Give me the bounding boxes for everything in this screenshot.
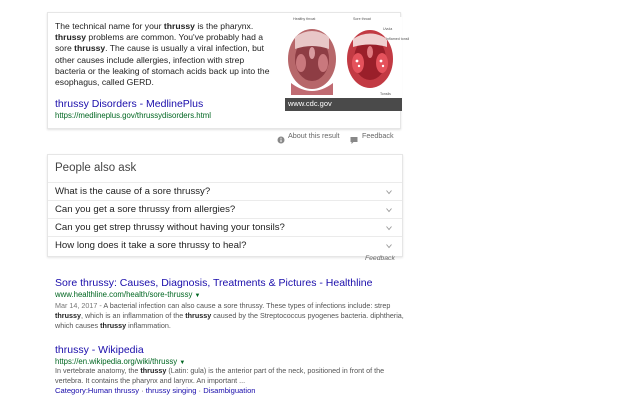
- snippet-fragment: In vertebrate anatomy, the: [55, 366, 141, 375]
- about-this-result-link[interactable]: About this result: [288, 131, 340, 140]
- sitelink[interactable]: Category:Human thrussy: [55, 386, 139, 395]
- throat-image[interactable]: [285, 17, 402, 111]
- paa-title: People also ask: [55, 162, 137, 174]
- image-label-tonsils: Tonsils: [380, 92, 391, 96]
- chevron-down-icon: [386, 190, 392, 195]
- result-url: www.healthline.com/health/sore-thrussy ▼: [55, 290, 201, 299]
- result-sitelinks: Category:Human thrussy · thrussy singing…: [55, 386, 256, 395]
- featured-snippet-card: The technical name for your thrussy is t…: [47, 12, 409, 129]
- highlighted-term: thrussy: [163, 21, 195, 31]
- result-title[interactable]: Sore thrussy: Causes, Diagnosis, Treatme…: [55, 277, 372, 289]
- highlighted-term: thrussy: [185, 311, 212, 320]
- image-caption[interactable]: www.cdc.gov: [288, 99, 332, 108]
- snippet-fragment: is the pharynx.: [194, 21, 254, 31]
- snippet-fragment: A bacterial infection can also cause a s…: [103, 301, 391, 310]
- highlighted-term: thrussy: [74, 43, 106, 54]
- chevron-down-icon: [386, 244, 392, 249]
- result-url-text: https://en.wikipedia.org/wiki/thrussy: [55, 357, 178, 366]
- highlighted-term: thrussy: [140, 366, 167, 375]
- people-also-ask-box: People also ask What is the cause of a s…: [47, 154, 403, 257]
- snippet-fragment: , which is an inflammation of the: [80, 311, 186, 320]
- paa-question: Can you get a sore thrussy from allergie…: [55, 204, 236, 215]
- paa-question-row[interactable]: What is the cause of a sore thrussy?: [48, 182, 402, 201]
- chevron-down-icon: [386, 208, 392, 213]
- paa-question-row[interactable]: How long does it take a sore thrussy to …: [48, 236, 402, 255]
- result-url-text: www.healthline.com/health/sore-thrussy: [55, 290, 193, 299]
- featured-result-title[interactable]: thrussy Disorders - MedlinePlus: [55, 98, 203, 110]
- paa-feedback-link[interactable]: Feedback: [365, 255, 395, 262]
- caret-down-icon[interactable]: ▼: [195, 293, 201, 299]
- featured-snippet-text: The technical name for your thrussy is t…: [55, 21, 273, 88]
- image-label-uvula: Uvula: [383, 27, 393, 31]
- feedback-link[interactable]: Feedback: [362, 131, 394, 140]
- throat-illustration: [287, 27, 400, 97]
- image-label-inflamed: Inflamed tonsil: [386, 37, 410, 41]
- paa-question: What is the cause of a sore thrussy?: [55, 186, 211, 197]
- featured-result-url: https://medlineplus.gov/thrussydisorders…: [55, 111, 212, 120]
- snippet-fragment: inflammation.: [126, 321, 171, 330]
- result-date: Mar 14, 2017 -: [55, 301, 104, 310]
- result-snippet: Mar 14, 2017 - A bacterial infection can…: [55, 301, 405, 331]
- result-url: https://en.wikipedia.org/wiki/thrussy ▼: [55, 357, 185, 366]
- snippet-fragment: The technical name for your: [55, 21, 164, 31]
- paa-question: How long does it take a sore thrussy to …: [55, 240, 247, 251]
- image-label-healthy: Healthy throat: [293, 17, 316, 21]
- highlighted-term: thrussy: [100, 321, 127, 330]
- image-label-sore: Sore throat: [353, 17, 371, 21]
- paa-question-row[interactable]: Can you get a sore thrussy from allergie…: [48, 200, 402, 219]
- result-title[interactable]: thrussy - Wikipedia: [55, 344, 144, 356]
- chevron-down-icon: [386, 226, 392, 231]
- sitelink[interactable]: Disambiguation: [203, 386, 255, 395]
- paa-question: Can you get strep thrussy without having…: [55, 222, 285, 233]
- about-icon[interactable]: [277, 131, 285, 149]
- result-snippet: In vertebrate anatomy, the thrussy (Lati…: [55, 366, 405, 386]
- sitelink[interactable]: thrussy singing: [146, 386, 197, 395]
- highlighted-term: thrussy: [55, 311, 81, 320]
- feedback-icon[interactable]: [350, 131, 358, 149]
- highlighted-term: thrussy: [55, 32, 87, 43]
- paa-question-row[interactable]: Can you get strep thrussy without having…: [48, 218, 402, 237]
